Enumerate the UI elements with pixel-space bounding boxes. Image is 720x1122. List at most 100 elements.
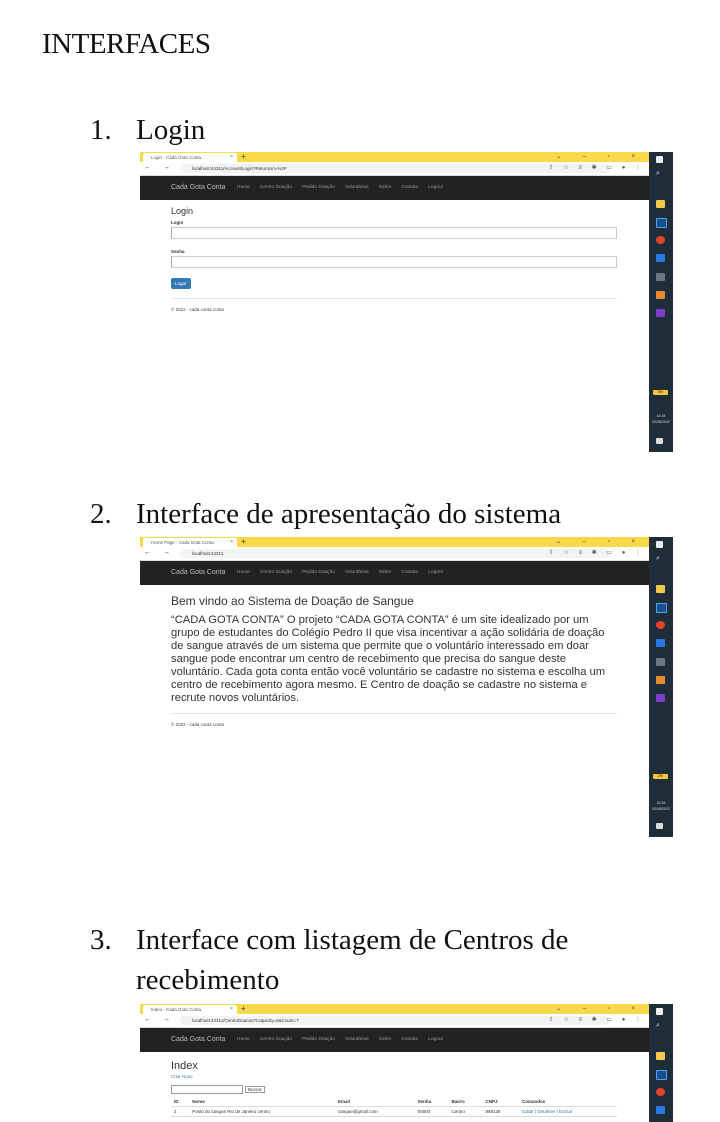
browser-tab[interactable]: Home Page - Cada Gota Conta ×: [143, 538, 237, 547]
nav-sobre[interactable]: Sobre: [379, 570, 392, 575]
page-title: Index: [171, 1060, 198, 1072]
app-icon-2[interactable]: [656, 273, 665, 281]
chrome-icon[interactable]: [656, 236, 665, 244]
search-input[interactable]: [171, 1085, 243, 1094]
nav-pedido[interactable]: Pedido Doação: [302, 570, 335, 575]
cell-nome: Posto do sangue Rio de Janeiro centro: [189, 1106, 335, 1117]
toolbar-icons[interactable]: ⇧ ☆ ≡ ✱ ▭ ● ⋮: [549, 164, 645, 171]
footer-text: © 2022 - cada conta conta: [171, 722, 224, 727]
tab-close-icon[interactable]: ×: [230, 538, 233, 547]
address-bar: ← → C localhost:44311 ⇧ ☆ ≡ ✱ ▭ ● ⋮: [140, 547, 649, 561]
browser-tab-bar: Home Page - Cada Gota Conta × + ⌄ – ▫ ×: [140, 537, 649, 547]
nav-sobre[interactable]: Sobre: [379, 1037, 392, 1042]
nav-centro[interactable]: Centro Doação: [260, 570, 292, 575]
nav-centro[interactable]: Centro Doação: [260, 1037, 292, 1042]
windows-icon[interactable]: [656, 1008, 663, 1015]
nav-logout[interactable]: Logout: [428, 185, 443, 190]
new-tab-icon[interactable]: +: [241, 152, 246, 162]
nav-contato[interactable]: Contato: [401, 570, 418, 575]
nav-voluntarios[interactable]: Voluntários: [345, 185, 369, 190]
nav-logout[interactable]: Logout: [428, 1037, 443, 1042]
app-icon-3[interactable]: [656, 291, 665, 299]
nav-pedido[interactable]: Pedido Doação: [302, 1037, 335, 1042]
url-field[interactable]: localhost:44311/Account/Login?ReturnUrl=…: [180, 164, 610, 173]
search-icon[interactable]: ⌕: [656, 170, 665, 178]
col-cnpj: CNPJ: [482, 1097, 520, 1107]
col-bairro: Bairro: [448, 1097, 483, 1107]
toolbar-icons[interactable]: ⇧ ☆ ≡ ✱ ▭ ● ⋮: [549, 549, 645, 556]
browser-tab[interactable]: Login - Cada Gota Conta ×: [143, 153, 237, 162]
url-field[interactable]: localhost:44311/CentroDoacao?Capacity=6&…: [180, 1016, 610, 1025]
clock-date: 02/08/2022: [652, 420, 670, 424]
toolbar-icons[interactable]: ⇧ ☆ ≡ ✱ ▭ ● ⋮: [549, 1016, 645, 1023]
create-new-link[interactable]: Criar Novo: [171, 1074, 617, 1079]
nav-contato[interactable]: Contato: [401, 1037, 418, 1042]
cell-id: 2: [171, 1106, 190, 1117]
search-icon[interactable]: ⌕: [656, 555, 665, 563]
app-navbar: Cada Gota Conta Home Centro Doação Pedido …: [140, 1028, 649, 1052]
app-icon[interactable]: [656, 218, 667, 228]
browser-tab[interactable]: Index - Cada Gota Conta ×: [143, 1005, 237, 1014]
password-field[interactable]: [171, 256, 617, 268]
senha-label: Senha: [171, 249, 185, 254]
url-field[interactable]: localhost:44311: [180, 549, 610, 558]
search-icon[interactable]: ⌕: [656, 1022, 665, 1030]
col-email: Email: [334, 1097, 415, 1107]
logar-button[interactable]: Logar: [171, 278, 191, 289]
store-icon[interactable]: [656, 639, 665, 647]
windows-icon[interactable]: [656, 156, 663, 163]
folder-icon[interactable]: [656, 200, 665, 208]
chrome-icon[interactable]: [656, 621, 665, 629]
login-field[interactable]: [171, 227, 617, 239]
nav-centro[interactable]: Centro Doação: [260, 185, 292, 190]
app-icon[interactable]: [656, 603, 667, 613]
window-controls[interactable]: ⌄ – ▫ ×: [556, 1004, 645, 1014]
brand-link[interactable]: Cada Gota Conta: [171, 561, 225, 585]
nav-home[interactable]: Home: [237, 1037, 250, 1042]
index-content: Index Criar Novo Buscar ID Nome Email Se…: [171, 1052, 617, 1117]
new-tab-icon[interactable]: +: [241, 1004, 246, 1014]
nav-logout[interactable]: Logout: [428, 570, 443, 575]
visual-studio-icon[interactable]: [656, 309, 665, 317]
nav-home[interactable]: Home: [237, 570, 250, 575]
store-icon[interactable]: [656, 254, 665, 262]
nav-sobre[interactable]: Sobre: [379, 185, 392, 190]
windows-icon[interactable]: [656, 541, 663, 548]
app-icon-3[interactable]: [656, 676, 665, 684]
nav-voluntarios[interactable]: Voluntários: [345, 1037, 369, 1042]
nav-pedido[interactable]: Pedido Doação: [302, 185, 335, 190]
app-icon[interactable]: [656, 1070, 667, 1080]
tab-close-icon[interactable]: ×: [230, 153, 233, 162]
centers-table: ID Nome Email Senha Bairro CNPJ Comandos…: [171, 1097, 617, 1117]
nav-home[interactable]: Home: [237, 185, 250, 190]
search-button[interactable]: Buscar: [245, 1086, 266, 1093]
address-bar: ← → C localhost:44311/Account/Login?Retu…: [140, 162, 649, 176]
nav-contato[interactable]: Contato: [401, 185, 418, 190]
app-icon-2[interactable]: [656, 658, 665, 666]
tab-close-icon[interactable]: ×: [230, 1005, 233, 1014]
visual-studio-icon[interactable]: [656, 694, 665, 702]
window-controls[interactable]: ⌄ – ▫ ×: [556, 152, 645, 162]
brand-link[interactable]: Cada Gota Conta: [171, 1028, 225, 1052]
intro-paragraph: “CADA GOTA CONTA” O projeto “CADA GOTA C…: [171, 614, 606, 704]
cell-senha: 00000: [414, 1106, 449, 1117]
taskbar: ⌕: [649, 1004, 673, 1122]
chrome-icon[interactable]: [656, 1088, 665, 1096]
notification-icon[interactable]: [656, 823, 663, 829]
clock-time: 15:34: [656, 801, 666, 805]
doc-title: INTERFACES: [42, 28, 211, 60]
cell-email: sangue@gmail.com: [334, 1106, 415, 1117]
col-comandos: Comandos: [519, 1097, 617, 1107]
taskbar: ⌕ 2% 15:34 02/08/2022: [649, 537, 673, 837]
nav-voluntarios[interactable]: Voluntários: [345, 570, 369, 575]
folder-icon[interactable]: [656, 1052, 665, 1060]
window-controls[interactable]: ⌄ – ▫ ×: [556, 537, 645, 547]
list-number: 3.: [90, 924, 112, 956]
notification-icon[interactable]: [656, 438, 663, 444]
new-tab-icon[interactable]: +: [241, 537, 246, 547]
folder-icon[interactable]: [656, 585, 665, 593]
brand-link[interactable]: Cada Gota Conta: [171, 176, 225, 200]
list-number: 2.: [90, 498, 112, 530]
row-actions[interactable]: Editar | Detalhes | Excluir: [519, 1106, 617, 1117]
store-icon[interactable]: [656, 1106, 665, 1114]
